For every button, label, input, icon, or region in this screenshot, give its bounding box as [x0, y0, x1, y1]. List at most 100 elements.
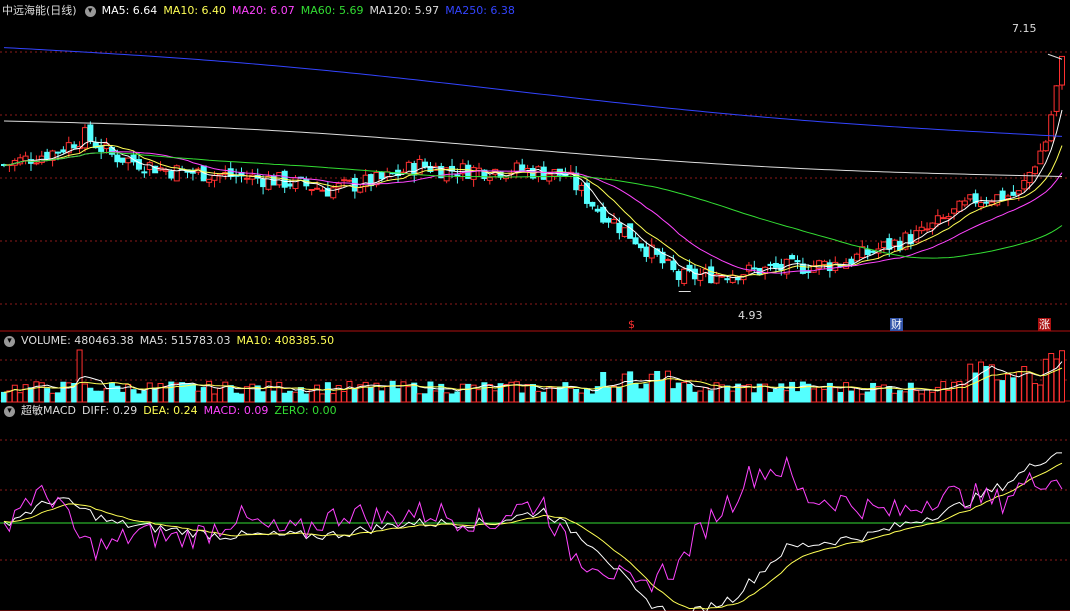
volume-bar — [216, 387, 223, 403]
volume-bar — [465, 383, 472, 403]
marker-rise[interactable]: 涨 — [1038, 318, 1051, 331]
volume-bar — [735, 383, 742, 403]
candle-body — [519, 164, 526, 172]
candle-body — [864, 249, 871, 255]
volume-bar — [708, 390, 715, 403]
volume-bar — [767, 391, 774, 403]
volume-bar — [389, 380, 396, 403]
volume-bar — [427, 381, 434, 403]
volume-bar — [503, 384, 510, 403]
volume-bar — [60, 381, 67, 403]
volume-bar — [33, 381, 40, 403]
volume-bar — [416, 393, 423, 403]
candle-body — [918, 226, 925, 232]
volume-bar — [907, 382, 914, 403]
candle-body — [454, 174, 461, 177]
volume-bar — [1032, 383, 1039, 403]
volume-bar — [141, 390, 148, 403]
volume-bar — [540, 391, 547, 403]
volume-bar — [395, 388, 402, 403]
volume-label-0: VOLUME: 480463.38 — [21, 334, 134, 347]
candle-body — [627, 223, 634, 239]
volume-bars — [1, 349, 1065, 403]
marker-dollar[interactable]: $ — [628, 318, 635, 331]
volume-bar — [227, 385, 234, 403]
volume-bar — [1, 391, 7, 403]
volume-bar — [924, 389, 931, 403]
volume-bar — [794, 391, 801, 403]
chevron-down-icon[interactable]: ▾ — [4, 335, 15, 347]
candle-body — [978, 202, 985, 208]
candle-body — [643, 246, 650, 257]
volume-bar — [832, 387, 839, 403]
macd-label-0: 超敏MACD — [21, 404, 76, 417]
volume-bar — [87, 387, 94, 403]
volume-bar — [195, 390, 202, 403]
candle-body — [794, 260, 801, 263]
volume-bar — [314, 384, 321, 403]
candle-body — [1037, 150, 1044, 165]
volume-bar — [546, 386, 553, 403]
marker-finance[interactable]: 财 — [890, 318, 903, 331]
chevron-down-icon[interactable]: ▾ — [4, 405, 15, 417]
volume-bar — [929, 391, 936, 403]
candle-body — [848, 258, 855, 265]
volume-bar — [853, 387, 860, 403]
volume-bar — [994, 379, 1001, 403]
volume-bar — [1010, 377, 1017, 403]
volume-bar — [519, 392, 526, 403]
candle-body — [486, 177, 493, 181]
stock-chart[interactable] — [0, 0, 1070, 611]
candle-body — [260, 178, 267, 188]
candle-body — [945, 216, 952, 219]
candle-body — [22, 155, 29, 162]
volume-bar — [783, 390, 790, 403]
volume-bar — [233, 392, 240, 403]
candle-body — [378, 171, 385, 180]
candle-body — [929, 222, 936, 230]
volume-bar — [983, 365, 990, 403]
volume-bar — [902, 391, 909, 403]
volume-bar — [951, 381, 958, 403]
volume-bar — [697, 390, 704, 403]
volume-bar — [837, 391, 844, 403]
candle-body — [589, 201, 596, 207]
volume-bar — [1048, 353, 1055, 403]
volume-bar — [98, 390, 105, 403]
volume-bar — [637, 388, 644, 403]
candle-body — [308, 189, 315, 192]
volume-bar — [648, 373, 655, 403]
volume-bar — [378, 390, 385, 403]
volume-bar — [583, 388, 590, 403]
candle-body — [1032, 166, 1039, 175]
volume-bar — [162, 386, 169, 403]
candle-body — [934, 215, 941, 225]
candle-body — [341, 179, 348, 182]
volume-bar — [724, 385, 731, 403]
volume-bar — [11, 384, 18, 403]
macd-label-4: ZERO: 0.00 — [274, 404, 337, 417]
candle-body — [292, 177, 299, 190]
volume-bar — [249, 383, 256, 403]
volume-bar — [772, 388, 779, 403]
candle-body — [767, 263, 774, 266]
candle-body — [751, 267, 758, 270]
chevron-down-icon[interactable]: ▾ — [84, 5, 96, 17]
candle-body — [583, 182, 590, 204]
volume-bar — [265, 381, 272, 403]
volume-bar — [535, 390, 542, 403]
volume-bar — [567, 387, 574, 403]
volume-bar — [189, 383, 196, 403]
volume-bar — [119, 391, 126, 403]
volume-bar — [179, 382, 186, 403]
candle-body — [956, 200, 963, 212]
volume-bar — [821, 388, 828, 403]
main-legend: 中远海能(日线) ▾ MA5: 6.64 MA10: 6.40 MA20: 6.07 MA… — [2, 3, 527, 19]
volume-bar — [81, 383, 88, 403]
volume-bar — [492, 390, 499, 403]
volume-bar — [405, 386, 412, 403]
volume-bar — [130, 389, 137, 403]
volume-bar — [27, 387, 34, 403]
volume-bar — [578, 392, 585, 403]
candle-body — [697, 273, 704, 281]
